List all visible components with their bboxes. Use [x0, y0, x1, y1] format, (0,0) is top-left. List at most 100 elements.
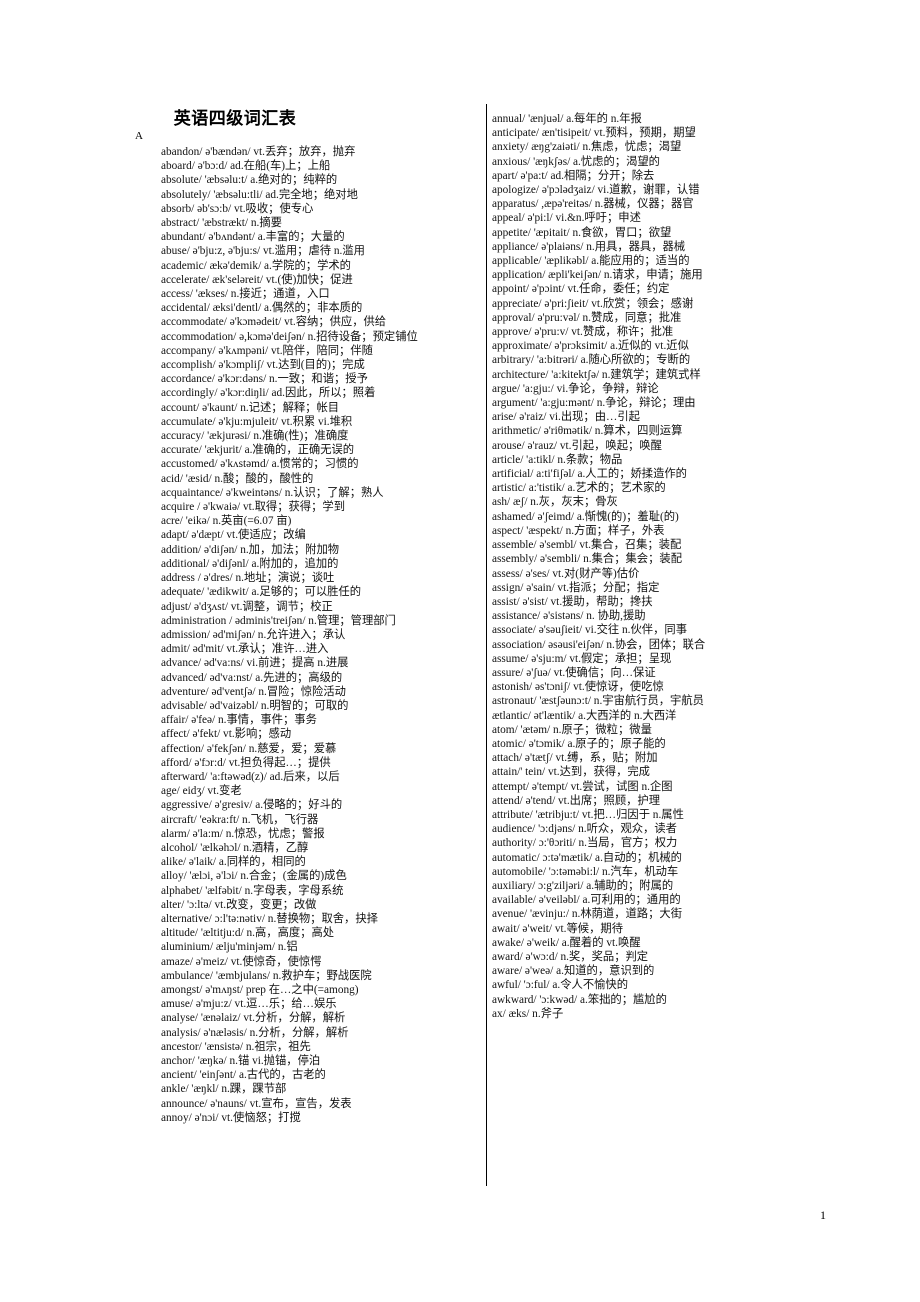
vocabulary-entry: alter/ 'ɔ:ltə/ vt.改变，变更；改做 — [161, 898, 317, 911]
vocabulary-entry: abandon/ ə'bændən/ vt.丢弃；放弃，抛弃 — [161, 146, 356, 158]
vocabulary-entry: ankle/ 'æŋkl/ n.踝，踝节部 — [161, 1083, 287, 1096]
vocabulary-entry: attend/ ə'tend/ vt.出席；照顾，护理 — [492, 794, 661, 807]
vocabulary-entry: aspect/ 'æspekt/ n.方面；样子，外表 — [492, 524, 665, 537]
vocabulary-entry: awake/ ə'weik/ a.醒着的 vt.唤醒 — [492, 936, 641, 949]
vocabulary-entry: authority/ ɔ:'θɔriti/ n.当局，官方；权力 — [492, 837, 678, 850]
vocabulary-entry: affection/ ə'fekʃən/ n.慈爱，爱；爱慕 — [161, 742, 337, 755]
vocabulary-entry: accuracy/ 'ækjurəsi/ n.准确(性)；准确度 — [161, 430, 349, 443]
vocabulary-entry: awkward/ 'ɔ:kwəd/ a.笨拙的；尴尬的 — [492, 993, 667, 1006]
vocabulary-entry: accommodate/ ə'kɔmədeit/ vt.容纳；供应，供给 — [161, 316, 387, 329]
vocabulary-entry: argument/ 'a:gju:mənt/ n.争论，辩论；理由 — [492, 397, 696, 410]
vocabulary-entry: approximate/ ə'prɔksimit/ a.近似的 vt.近似 — [492, 340, 689, 353]
vocabulary-entry: atomic/ ə'tɔmik/ a.原子的；原子能的 — [492, 737, 666, 750]
vocabulary-entry: avenue/ 'ævinju:/ n.林荫道，道路；大街 — [492, 908, 682, 921]
vocabulary-entry: acid/ 'æsid/ n.酸；酸的，酸性的 — [161, 472, 314, 485]
vocabulary-entry: attempt/ ə'tempt/ vt.尝试，试图 n.企图 — [492, 780, 673, 793]
vocabulary-entry: anticipate/ æn'tisipeit/ vt.预料，预期，期望 — [492, 127, 696, 140]
vocabulary-entry: admission/ əd'miʃən/ n.允许进入；承认 — [161, 628, 346, 641]
vocabulary-entry: assistance/ ə'sistəns/ n. 协助,援助 — [492, 610, 646, 623]
vocabulary-entry: astonish/ əs'tɔniʃ/ vt.使惊讶，使吃惊 — [492, 681, 664, 694]
vocabulary-entry: alike/ ə'laik/ a.同样的，相同的 — [161, 856, 306, 869]
vocabulary-entry: addition/ ə'diʃən/ n.加，加法；附加物 — [161, 543, 340, 556]
vocabulary-entry: adjust/ ə'dʒʌst/ vt.调整，调节；校正 — [161, 600, 333, 613]
vocabulary-entry: adequate/ 'ædikwit/ a.足够的；可以胜任的 — [161, 586, 362, 599]
column-divider — [486, 104, 487, 1186]
vocabulary-entry: astronaut/ 'æstʃəunɔ:t/ n.宇宙航行员，宇航员 — [492, 695, 704, 708]
vocabulary-entry: alarm/ ə'la:m/ n.惊恐，忧虑；警报 — [161, 827, 325, 840]
vocabulary-entry: arise/ ə'raiz/ vi.出现；由…引起 — [492, 411, 640, 424]
vocabulary-entry: abundant/ ə'bʌndənt/ a.丰富的；大量的 — [161, 231, 345, 244]
vocabulary-entry: affect/ ə'fekt/ vt.影响；感动 — [161, 728, 292, 741]
vocabulary-entry: affair/ ə'feə/ n.事情，事件；事务 — [161, 714, 317, 727]
vocabulary-entry: accumulate/ ə'kju:mjuleit/ vt.积累 vi.堆积 — [161, 415, 353, 428]
vocabulary-entry: ancestor/ 'ænsistə/ n.祖宗，祖先 — [161, 1040, 311, 1053]
vocabulary-entry: association/ əsəusi'eiʃən/ n.协会，团体；联合 — [492, 638, 706, 651]
vocabulary-entry: absolutely/ 'æbsəlu:tli/ ad.完全地；绝对地 — [161, 188, 358, 201]
vocabulary-entry: arithmetic/ ə'riθmətik/ n.算术，四则运算 — [492, 425, 683, 438]
vocabulary-entry: acquaintance/ ə'kweintəns/ n.认识；了解；熟人 — [161, 486, 384, 499]
vocabulary-entry: approval/ ə'pru:vəl/ n.赞成，同意；批准 — [492, 311, 682, 324]
vocabulary-entry: access/ 'ækses/ n.接近；通道，入口 — [161, 288, 330, 301]
vocabulary-entry: application/ æpli'keiʃən/ n.请求，申请；施用 — [492, 269, 703, 282]
vocabulary-entry: abuse/ ə'bju:z, ə'bju:s/ vt.滥用；虐待 n.滥用 — [161, 245, 365, 258]
vocabulary-entry: advisable/ əd'vaizəbl/ n.明智的；可取的 — [161, 699, 349, 712]
vocabulary-entry: article/ 'a:tikl/ n.条款；物品 — [492, 453, 623, 466]
vocabulary-entry: admit/ əd'mit/ vt.承认；准许…进入 — [161, 643, 329, 656]
vocabulary-entry: automobile/ 'ɔ:təməbi:l/ n.汽车，机动车 — [492, 865, 679, 878]
vocabulary-entry: account/ ə'kaunt/ n.记述；解释；帐目 — [161, 401, 340, 414]
vocabulary-entry: apparatus/ ,æpə'reitəs/ n.器械，仪器；器官 — [492, 198, 694, 211]
vocabulary-entry: apologize/ ə'pɔlədʒaiz/ vi.道歉，谢罪，认错 — [492, 184, 700, 197]
vocabulary-entry: architecture/ 'a:kitektʃə/ n.建筑学；建筑式样 — [492, 368, 701, 381]
vocabulary-entry: assemble/ ə'sembl/ vt.集合，召集；装配 — [492, 539, 682, 552]
vocabulary-entry: absolute/ 'æbsəlu:t/ a.绝对的；纯粹的 — [161, 174, 338, 187]
page-title: 英语四级词汇表 — [173, 109, 297, 129]
vocabulary-entry: ash/ æʃ/ n.灰，灰末；骨灰 — [492, 496, 618, 509]
vocabulary-entry: audience/ 'ɔ:djəns/ n.听众，观众，读者 — [492, 823, 677, 836]
vocabulary-entry: aboard/ ə'bɔ:d/ ad.在船(车)上；上船 — [161, 160, 331, 173]
vocabulary-column-right: annual/ 'ænjuəl/ a.每年的 n.年报 anticipate/ æ… — [492, 112, 822, 1021]
document-page: 英语四级词汇表 A abandon/ ə'bændən/ vt.丢弃；放弃，抛弃… — [0, 0, 920, 1302]
vocabulary-entry: accompany/ ə'kʌmpəni/ vt.陪伴，陪同；伴随 — [161, 344, 373, 357]
vocabulary-entry: afterward/ 'a:ftəwəd(z)/ ad.后来，以后 — [161, 770, 340, 783]
vocabulary-entry: available/ ə'veiləbl/ a.可利用的；通用的 — [492, 894, 681, 907]
vocabulary-entry: annual/ 'ænjuəl/ a.每年的 n.年报 — [492, 113, 642, 125]
vocabulary-entry: anxious/ 'æŋkʃəs/ a.忧虑的；渴望的 — [492, 155, 660, 168]
vocabulary-entry: analyse/ 'ænəlaiz/ vt.分析，分解，解析 — [161, 1012, 346, 1025]
vocabulary-entry: accidental/ æksi'dentl/ a.偶然的；非本质的 — [161, 302, 363, 315]
vocabulary-entry: alphabet/ 'ælfəbit/ n.字母表，字母系统 — [161, 884, 344, 897]
vocabulary-entry: accelerate/ æk'seləreit/ vt.(使)加快；促进 — [161, 273, 353, 286]
vocabulary-entry: apart/ ə'pa:t/ ad.相隔；分开；除去 — [492, 169, 655, 182]
vocabulary-entry: anchor/ 'æŋkə/ n.锚 vi.抛锚，停泊 — [161, 1055, 321, 1067]
vocabulary-entry: ancient/ 'einʃənt/ a.古代的，古老的 — [161, 1069, 326, 1082]
vocabulary-entry: ashamed/ ə'ʃeimd/ a.惭愧(的)；羞耻(的) — [492, 510, 679, 523]
vocabulary-entry: academic/ ækə'demik/ a.学院的；学术的 — [161, 259, 351, 272]
vocabulary-entry: appeal/ ə'pi:l/ vi.&n.呼吁；申述 — [492, 212, 641, 225]
vocabulary-entry: assign/ ə'sain/ vt.指派；分配；指定 — [492, 581, 660, 594]
vocabulary-entry: appliance/ ə'plaiəns/ n.用具，器具，器械 — [492, 240, 686, 253]
vocabulary-entry: announce/ ə'nauns/ vt.宣布，宣告，发表 — [161, 1097, 352, 1110]
vocabulary-entry: accomplish/ ə'kɔmpliʃ/ vt.达到(目的)；完成 — [161, 359, 365, 372]
vocabulary-entry: automatic/ ɔ:tə'mætik/ a.自动的；机械的 — [492, 851, 682, 864]
page-number: 1 — [820, 1208, 826, 1222]
vocabulary-entry: administration / ədminis'treiʃən/ n.管理；管… — [161, 614, 396, 627]
vocabulary-entry: accordingly/ ə'kɔr:diŋli/ ad.因此，所以；照着 — [161, 387, 376, 400]
vocabulary-entry: aluminium/ ælju'minjəm/ n.铝 — [161, 941, 298, 954]
vocabulary-entry: annoy/ ə'nɔi/ vt.使恼怒；打搅 — [161, 1111, 301, 1124]
vocabulary-entry: aware/ ə'weə/ a.知道的，意识到的 — [492, 965, 655, 978]
vocabulary-entry: argue/ 'a:gju:/ vi.争论，争辩，辩论 — [492, 382, 659, 395]
vocabulary-entry: attain/' tein/ vt.达到，获得，完成 — [492, 766, 650, 779]
vocabulary-entry: alternative/ ɔ:l'tə:nətiv/ n.替换物；取舍，抉择 — [161, 912, 378, 925]
vocabulary-entry: awful/ 'ɔ:ful/ a.令人不愉快的 — [492, 979, 629, 992]
vocabulary-entry: abstract/ 'æbstrækt/ n.摘要 — [161, 217, 282, 230]
vocabulary-entry: adapt/ ə'dæpt/ vt.使适应；改编 — [161, 529, 306, 542]
vocabulary-entry: advanced/ əd'va:nst/ a.先进的；高级的 — [161, 671, 343, 684]
vocabulary-entry: alloy/ 'ælɔi, ə'lɔi/ n.合金；(金属的)成色 — [161, 870, 347, 883]
vocabulary-entry: advance/ əd'va:ns/ vi.前进；提高 n.进展 — [161, 657, 349, 670]
vocabulary-entry: analysis/ ə'næləsis/ n.分析，分解，解析 — [161, 1026, 349, 1039]
vocabulary-entry: alcohol/ 'ælkəhɔl/ n.酒精，乙醇 — [161, 841, 309, 854]
vocabulary-entry: attach/ ə'tætʃ/ vt.缚，系，贴；附加 — [492, 752, 658, 765]
vocabulary-entry: appoint/ ə'pɔint/ vt.任命，委任；约定 — [492, 283, 670, 296]
vocabulary-entry: appetite/ 'æpitait/ n.食欲，胃口；欲望 — [492, 226, 672, 239]
vocabulary-entry: await/ ə'weit/ vt.等候，期待 — [492, 922, 623, 935]
vocabulary-entry: assembly/ ə'sembli/ n.集合；集会；装配 — [492, 553, 682, 566]
